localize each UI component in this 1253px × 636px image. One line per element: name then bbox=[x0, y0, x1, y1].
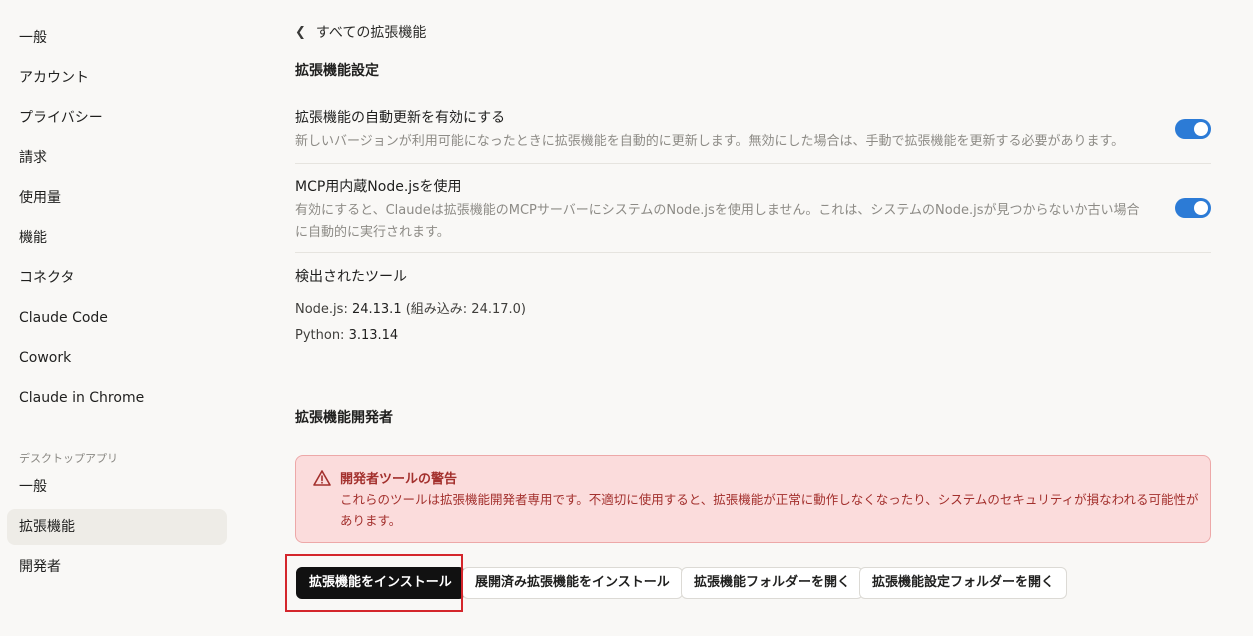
sidebar-item-general[interactable]: 一般 bbox=[7, 20, 227, 56]
divider bbox=[295, 163, 1211, 164]
sidebar-item-billing[interactable]: 請求 bbox=[7, 140, 227, 176]
node-version: 24.13.1 bbox=[351, 302, 402, 317]
sidebar-section-desktop-app: デスクトップアプリ bbox=[19, 452, 118, 465]
builtin-node-label: MCP用内蔵Node.jsを使用 bbox=[295, 179, 462, 195]
back-to-all-extensions-link[interactable]: ❮ すべての拡張機能 bbox=[295, 22, 426, 42]
sidebar-item-connectors[interactable]: コネクタ bbox=[7, 260, 227, 296]
warning-text: これらのツールは拡張機能開発者専用です。不適切に使用すると、拡張機能が正常に動作… bbox=[340, 492, 1199, 528]
divider bbox=[295, 252, 1211, 253]
sidebar-item-claude-code[interactable]: Claude Code bbox=[7, 300, 227, 336]
detected-tools-heading: 検出されたツール bbox=[295, 269, 407, 285]
install-unpacked-extension-button[interactable]: 展開済み拡張機能をインストール bbox=[462, 567, 683, 599]
python-label: Python: bbox=[295, 328, 349, 343]
open-extensions-folder-button[interactable]: 拡張機能フォルダーを開く bbox=[681, 567, 864, 599]
auto-update-label: 拡張機能の自動更新を有効にする bbox=[295, 110, 506, 126]
auto-update-setting: 拡張機能の自動更新を有効にする 新しいバージョンが利用可能になったときに拡張機能… bbox=[295, 107, 1211, 153]
builtin-node-description: 有効にすると、Claudeは拡張機能のMCPサーバーにシステムのNode.jsを… bbox=[295, 203, 1140, 240]
sidebar-item-developer[interactable]: 開発者 bbox=[7, 549, 227, 585]
warning-title: 開発者ツールの警告 bbox=[340, 472, 458, 487]
toggle-knob bbox=[1194, 201, 1208, 215]
node-version-line: Node.js: 24.13.1 (組み込み: 24.17.0) bbox=[295, 298, 526, 317]
developer-tools-warning: 開発者ツールの警告 これらのツールは拡張機能開発者専用です。不適切に使用すると、… bbox=[295, 455, 1211, 543]
extension-developer-heading: 拡張機能開発者 bbox=[295, 410, 393, 426]
sidebar-item-extensions[interactable]: 拡張機能 bbox=[7, 509, 227, 545]
sidebar-item-privacy[interactable]: プライバシー bbox=[7, 100, 227, 136]
toggle-knob bbox=[1194, 122, 1208, 136]
chevron-left-icon: ❮ bbox=[295, 24, 306, 40]
settings-sidebar: 一般 アカウント プライバシー 請求 使用量 機能 コネクタ Claude Co… bbox=[0, 0, 240, 636]
node-label: Node.js: bbox=[295, 302, 352, 317]
sidebar-item-features[interactable]: 機能 bbox=[7, 220, 227, 256]
sidebar-item-claude-in-chrome[interactable]: Claude in Chrome bbox=[7, 380, 227, 416]
auto-update-description: 新しいバージョンが利用可能になったときに拡張機能を自動的に更新します。無効にした… bbox=[295, 134, 1125, 149]
builtin-node-setting: MCP用内蔵Node.jsを使用 有効にすると、Claudeは拡張機能のMCPサ… bbox=[295, 176, 1211, 244]
auto-update-toggle[interactable] bbox=[1175, 119, 1211, 139]
sidebar-item-usage[interactable]: 使用量 bbox=[7, 180, 227, 216]
back-link-label: すべての拡張機能 bbox=[315, 25, 427, 41]
python-version-line: Python: 3.13.14 bbox=[295, 328, 398, 343]
open-extension-settings-folder-button[interactable]: 拡張機能設定フォルダーを開く bbox=[859, 567, 1068, 599]
sidebar-item-desktop-general[interactable]: 一般 bbox=[7, 469, 227, 505]
highlight-annotation-box bbox=[285, 554, 463, 612]
warning-triangle-icon bbox=[313, 470, 331, 486]
node-builtin-version: (組み込み: 24.17.0) bbox=[401, 302, 527, 317]
extension-settings-heading: 拡張機能設定 bbox=[295, 63, 379, 79]
sidebar-item-account[interactable]: アカウント bbox=[7, 60, 227, 96]
sidebar-item-cowork[interactable]: Cowork bbox=[7, 340, 227, 376]
extension-settings-panel: ❮ すべての拡張機能 拡張機能設定 拡張機能の自動更新を有効にする 新しいバージ… bbox=[295, 0, 1211, 636]
builtin-node-toggle[interactable] bbox=[1175, 198, 1211, 218]
python-version: 3.13.14 bbox=[348, 328, 399, 343]
